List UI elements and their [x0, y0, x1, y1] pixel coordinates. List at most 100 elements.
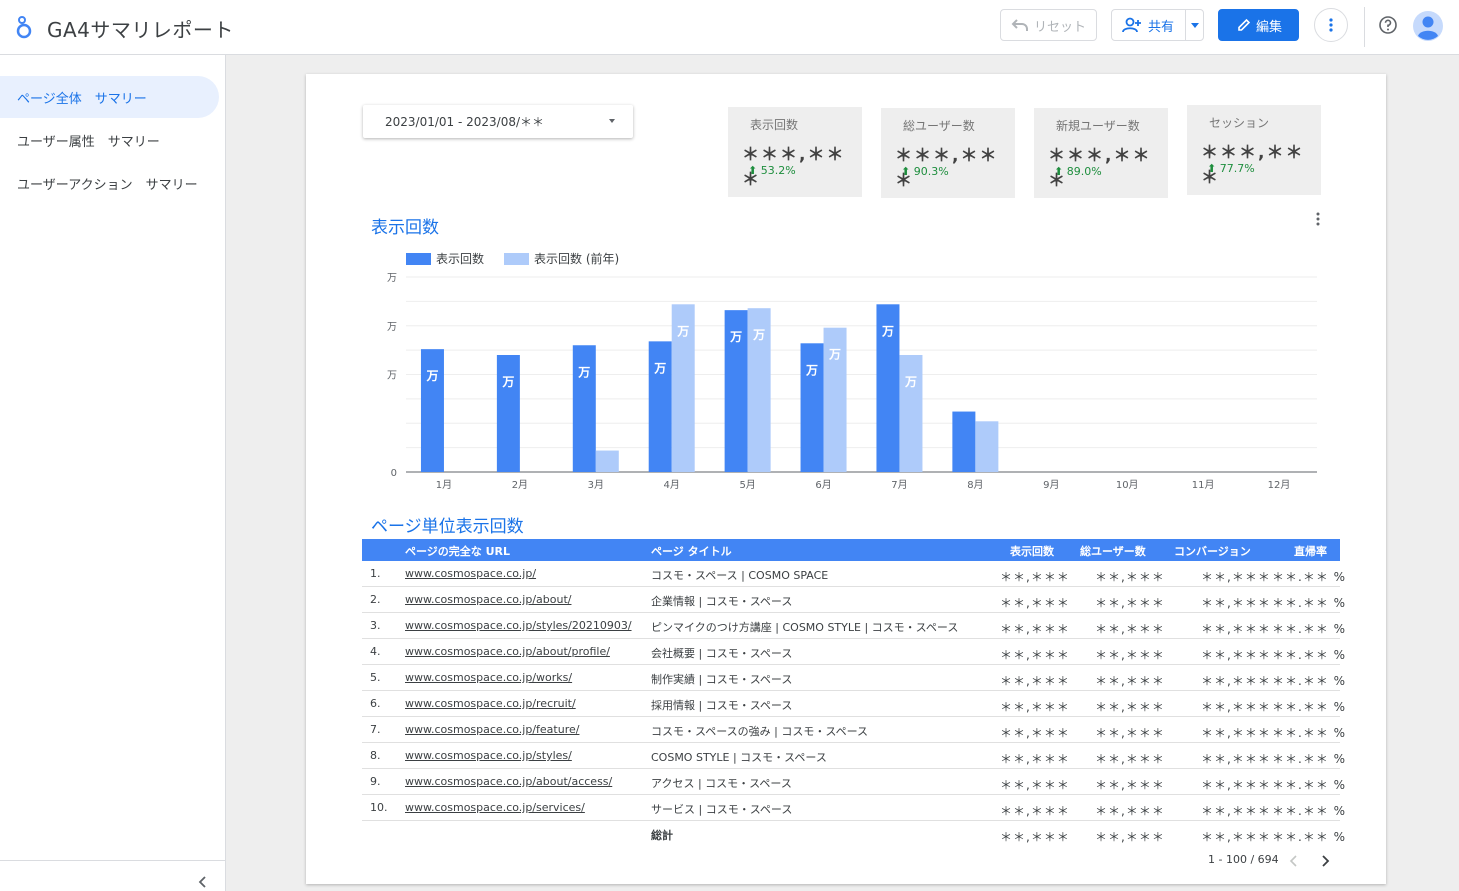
- sidebar-item-page-summary[interactable]: ページ全体 サマリー: [0, 76, 219, 118]
- table-row[interactable]: 3. www.cosmospace.co.jp/styles/20210903/ピ…: [362, 613, 1345, 639]
- table-header: ページの完全な URL ページ タイトル 表示回数 総ユーザー数 コンバージョン…: [362, 539, 1340, 561]
- share-dropdown[interactable]: [1185, 10, 1203, 40]
- pages-table: ページの完全な URL ページ タイトル 表示回数 総ユーザー数 コンバージョン…: [362, 539, 1345, 847]
- x-tick-label: 9月: [1043, 479, 1059, 491]
- legend-item-current[interactable]: 表示回数: [406, 250, 484, 267]
- bar-data-label: 万: [501, 375, 514, 389]
- table-row[interactable]: 9. www.cosmospace.co.jp/about/access/アクセス…: [362, 769, 1345, 795]
- share-button[interactable]: 共有: [1111, 9, 1204, 41]
- row-number: 10.: [370, 801, 388, 814]
- bounce-rate-cell: ＊＊.＊＊ %: [1272, 674, 1347, 688]
- table-row[interactable]: 1. www.cosmospace.co.jp/コスモ・スペース | COSMO …: [362, 561, 1345, 587]
- report-title[interactable]: GA4サマリレポート: [47, 14, 234, 43]
- total-label: 総計: [651, 829, 673, 842]
- views-cell: ＊＊,＊＊＊: [1000, 622, 1070, 636]
- legend-label: 表示回数 (前年): [534, 252, 620, 266]
- x-tick-label: 10月: [1116, 479, 1139, 491]
- column-header-conversions[interactable]: コンバージョン: [1174, 543, 1251, 559]
- column-header-users[interactable]: 総ユーザー数: [1080, 543, 1146, 559]
- table-row[interactable]: 8. www.cosmospace.co.jp/styles/COSMO STYL…: [362, 743, 1345, 769]
- table-row[interactable]: 4. www.cosmospace.co.jp/about/profile/会社概…: [362, 639, 1345, 665]
- x-tick-label: 11月: [1192, 479, 1215, 491]
- chevron-right-icon[interactable]: [1320, 854, 1330, 868]
- kpi-label: セッション: [1209, 116, 1270, 130]
- page-title-cell: ピンマイクのつけ方講座 | COSMO STYLE | コスモ・スペース: [651, 621, 959, 634]
- kpi-scorecard-views[interactable]: 表示回数 ＊＊＊,＊＊＊ ⬆ 53.2%: [728, 107, 862, 197]
- table-row[interactable]: 10. www.cosmospace.co.jp/services/サービス | …: [362, 795, 1345, 821]
- x-tick-label: 5月: [739, 479, 755, 491]
- chevron-left-icon[interactable]: [1289, 854, 1299, 868]
- more-vert-icon: [1329, 18, 1333, 32]
- bar-data-label: 万: [729, 330, 742, 344]
- users-cell: ＊＊,＊＊＊: [1095, 804, 1165, 818]
- page-url-link[interactable]: www.cosmospace.co.jp/services/: [405, 801, 585, 814]
- more-vert-icon[interactable]: [1315, 212, 1321, 228]
- column-header-url[interactable]: ページの完全な URL: [405, 543, 510, 559]
- y-tick-label: 万: [387, 322, 397, 333]
- sidebar-item-user-actions[interactable]: ユーザーアクション サマリー: [0, 162, 219, 204]
- date-range-picker[interactable]: 2023/01/01 - 2023/08/＊＊: [363, 105, 633, 138]
- table-total-row: 総計 ＊＊,＊＊＊ ＊＊,＊＊＊ ＊＊,＊＊＊ ＊＊.＊＊ %: [362, 821, 1345, 847]
- page-url-link[interactable]: www.cosmospace.co.jp/works/: [405, 671, 572, 684]
- reset-button[interactable]: リセット: [1000, 9, 1097, 41]
- bounce-rate-cell: ＊＊.＊＊ %: [1272, 648, 1347, 662]
- x-tick-label: 8月: [967, 479, 983, 491]
- bounce-rate-cell: ＊＊.＊＊ %: [1272, 778, 1347, 792]
- kpi-scorecard-sessions[interactable]: セッション ＊＊＊,＊＊＊ ⬆ 77.7%: [1187, 105, 1321, 195]
- row-number: 6.: [370, 697, 381, 710]
- edit-button[interactable]: 編集: [1218, 9, 1299, 41]
- views-cell: ＊＊,＊＊＊: [1000, 752, 1070, 766]
- total-conversions: ＊＊,＊＊＊: [1201, 830, 1271, 844]
- column-header-views[interactable]: 表示回数: [1010, 543, 1054, 559]
- dropdown-arrow-icon: [609, 119, 615, 123]
- sidebar-item-user-attributes[interactable]: ユーザー属性 サマリー: [0, 119, 219, 161]
- column-header-bounce-rate[interactable]: 直帰率: [1294, 543, 1327, 559]
- x-tick-label: 6月: [815, 479, 831, 491]
- page-url-link[interactable]: www.cosmospace.co.jp/: [405, 567, 536, 580]
- table-row[interactable]: 7. www.cosmospace.co.jp/feature/コスモ・スペースの…: [362, 717, 1345, 743]
- avatar[interactable]: [1413, 11, 1443, 41]
- legend-item-previous[interactable]: 表示回数 (前年): [504, 250, 619, 267]
- bar-data-label: 万: [577, 365, 590, 379]
- page-url-link[interactable]: www.cosmospace.co.jp/styles/: [405, 749, 572, 762]
- row-number: 1.: [370, 567, 381, 580]
- bar-data-label: 万: [904, 375, 917, 389]
- table-row[interactable]: 5. www.cosmospace.co.jp/works/制作実績 | コスモ・…: [362, 665, 1345, 691]
- column-header-title[interactable]: ページ タイトル: [651, 543, 732, 559]
- views-cell: ＊＊,＊＊＊: [1000, 570, 1070, 584]
- kpi-scorecard-new-users[interactable]: 新規ユーザー数 ＊＊＊,＊＊＊ ⬆ 89.0%: [1034, 108, 1168, 198]
- users-cell: ＊＊,＊＊＊: [1095, 674, 1165, 688]
- page-url-link[interactable]: www.cosmospace.co.jp/styles/20210903/: [405, 619, 632, 632]
- row-number: 5.: [370, 671, 381, 684]
- kpi-change: ⬆ 90.3%: [901, 165, 949, 178]
- page-url-link[interactable]: www.cosmospace.co.jp/about/profile/: [405, 645, 610, 658]
- kpi-label: 表示回数: [750, 118, 799, 132]
- row-number: 9.: [370, 775, 381, 788]
- y-tick-label: 0: [391, 468, 397, 479]
- page-url-link[interactable]: www.cosmospace.co.jp/about/access/: [405, 775, 612, 788]
- date-range-value: 2023/01/01 - 2023/08/＊＊: [385, 115, 545, 129]
- users-cell: ＊＊,＊＊＊: [1095, 700, 1165, 714]
- kpi-scorecard-total-users[interactable]: 総ユーザー数 ＊＊＊,＊＊＊ ⬆ 90.3%: [881, 108, 1015, 198]
- chevron-left-icon[interactable]: [196, 875, 210, 889]
- conversions-cell: ＊＊,＊＊＊: [1201, 778, 1271, 792]
- undo-icon: [1011, 19, 1028, 31]
- views-cell: ＊＊,＊＊＊: [1000, 596, 1070, 610]
- table-row[interactable]: 2. www.cosmospace.co.jp/about/企業情報 | コスモ・…: [362, 587, 1345, 613]
- bounce-rate-cell: ＊＊.＊＊ %: [1272, 596, 1347, 610]
- x-tick-label: 7月: [891, 479, 907, 491]
- page-url-link[interactable]: www.cosmospace.co.jp/recruit/: [405, 697, 576, 710]
- bounce-rate-cell: ＊＊.＊＊ %: [1272, 752, 1347, 766]
- help-icon[interactable]: [1378, 15, 1398, 35]
- page-title-cell: コスモ・スペースの強み | コスモ・スペース: [651, 725, 869, 738]
- table-row[interactable]: 6. www.cosmospace.co.jp/recruit/採用情報 | コス…: [362, 691, 1345, 717]
- page-url-link[interactable]: www.cosmospace.co.jp/about/: [405, 593, 571, 606]
- conversions-cell: ＊＊,＊＊＊: [1201, 726, 1271, 740]
- bar-data-label: 万: [676, 324, 689, 338]
- page-url-link[interactable]: www.cosmospace.co.jp/feature/: [405, 723, 579, 736]
- legend-swatch: [504, 252, 530, 265]
- bar-data-label: 万: [425, 369, 438, 383]
- more-options-button[interactable]: [1314, 8, 1348, 42]
- kpi-label: 新規ユーザー数: [1056, 119, 1140, 133]
- users-cell: ＊＊,＊＊＊: [1095, 570, 1165, 584]
